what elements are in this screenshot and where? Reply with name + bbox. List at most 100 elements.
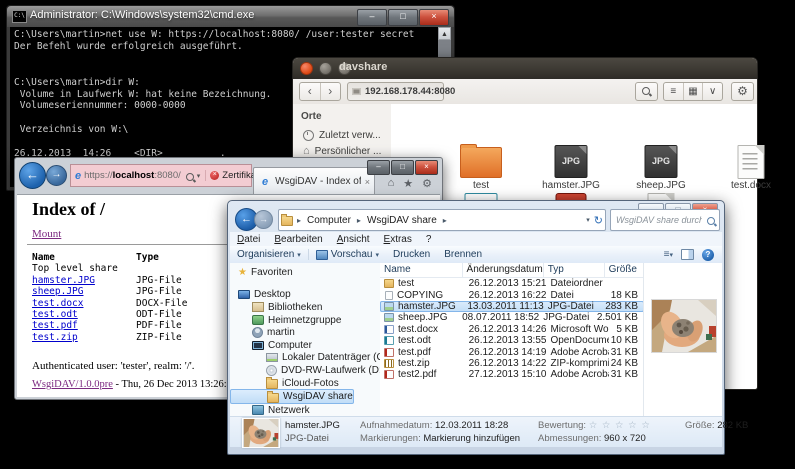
tree-item-wsgidav-share[interactable]: WsgiDAV share bbox=[230, 389, 354, 404]
help-icon[interactable]: ? bbox=[702, 249, 714, 261]
tree-item-netzwerk[interactable]: Netzwerk bbox=[230, 404, 380, 417]
scroll-up-icon[interactable]: ▲ bbox=[438, 27, 451, 40]
forward-button[interactable]: → bbox=[254, 210, 273, 229]
file-row-zip[interactable]: test.zip 26.12.2013 14:22ZIP-komprimiert… bbox=[380, 358, 644, 369]
minimize-button[interactable]: – bbox=[367, 160, 390, 175]
file-type: PDF-File bbox=[136, 320, 226, 331]
rating-stars[interactable]: ☆ ☆ ☆ ☆ ☆ bbox=[589, 420, 651, 431]
preview-button[interactable]: Vorschau▾ bbox=[309, 249, 386, 260]
file-link[interactable]: test.zip bbox=[32, 332, 78, 343]
close-button[interactable]: × bbox=[419, 9, 449, 26]
menu-hilfe[interactable]: ? bbox=[419, 234, 439, 245]
close-button[interactable] bbox=[300, 62, 313, 75]
folder-icon bbox=[460, 147, 502, 178]
file-item-hamster[interactable]: JPG hamster.JPG bbox=[528, 144, 614, 192]
file-link[interactable]: sheep.JPG bbox=[32, 286, 83, 297]
file-row-sheep[interactable]: sheep.JPG 08.07.2011 18:52JPG-Datei2.501… bbox=[380, 312, 644, 323]
column-header-type[interactable]: Typ bbox=[544, 263, 605, 277]
column-header-type: Type bbox=[136, 252, 226, 263]
file-row-odt[interactable]: test.odt 26.12.2013 13:55OpenDocument T.… bbox=[380, 335, 644, 346]
file-item-docx[interactable]: test.docx bbox=[708, 144, 794, 192]
tab-close-icon[interactable]: × bbox=[365, 177, 370, 187]
tree-item-favoriten[interactable]: ★Favoriten bbox=[230, 266, 380, 279]
file-link[interactable]: hamster.JPG bbox=[32, 275, 95, 286]
tree-item-desktop[interactable]: Desktop bbox=[230, 289, 380, 302]
file-row-copying[interactable]: COPYING 26.12.2013 16:22Datei18 KB bbox=[380, 289, 644, 300]
history-caret-icon[interactable]: ▾ bbox=[586, 216, 590, 224]
close-button[interactable]: × bbox=[415, 160, 438, 175]
menu-bearbeiten[interactable]: Bearbeiten bbox=[267, 234, 329, 245]
sidebar-item-recent[interactable]: Zuletzt verw... bbox=[293, 127, 391, 143]
minimize-button[interactable]: – bbox=[357, 9, 387, 26]
breadcrumb[interactable]: ▸ Computer ▸ WsgiDAV share ▸ ▾ ↻ bbox=[278, 209, 606, 231]
menu-extras[interactable]: Extras bbox=[377, 234, 419, 245]
file-link[interactable]: test.docx bbox=[32, 298, 83, 309]
tree-item-dvd-laufwerk[interactable]: DVD-RW-Laufwerk (D:) bbox=[230, 364, 380, 377]
preview-pane-toggle[interactable] bbox=[681, 249, 694, 260]
refresh-icon[interactable]: ↻ bbox=[594, 214, 603, 227]
search-box[interactable] bbox=[610, 209, 720, 231]
list-view-button[interactable]: ≡ bbox=[664, 83, 683, 100]
network-drive-icon bbox=[267, 393, 279, 403]
menu-bar: Datei Bearbeiten Ansicht Extras ? bbox=[230, 232, 722, 247]
ie-icon: e bbox=[262, 176, 268, 188]
file-row-pdf[interactable]: test.pdf 26.12.2013 14:19Adobe Acrobat D… bbox=[380, 346, 644, 357]
maximize-button[interactable]: □ bbox=[388, 9, 418, 26]
change-view-button[interactable]: ≡▾ bbox=[664, 249, 673, 260]
homegroup-icon bbox=[252, 315, 264, 325]
file-type: JPG-File bbox=[136, 286, 226, 297]
tree-item-icloud-fotos[interactable]: iCloud-Fotos bbox=[230, 377, 380, 390]
file-row-docx[interactable]: test.docx 26.12.2013 14:26Microsoft Word… bbox=[380, 324, 644, 335]
file-link[interactable]: test.odt bbox=[32, 309, 78, 320]
gear-button[interactable]: ⚙ bbox=[731, 82, 754, 101]
menu-datei[interactable]: Datei bbox=[230, 234, 267, 245]
print-button[interactable]: Drucken bbox=[386, 249, 437, 260]
column-header-size[interactable]: Größe bbox=[605, 263, 644, 277]
details-pane: hamster.JPG JPG-Datei Aufnahmedatum: 12.… bbox=[230, 416, 722, 447]
nav-buttons: ‹ › bbox=[299, 82, 341, 101]
address-bar[interactable]: e https://localhost:8080/ ▾ Zertifikatfe… bbox=[70, 164, 252, 187]
add-tag-link[interactable]: Markierung hinzufügen bbox=[423, 433, 520, 444]
computer-icon bbox=[252, 341, 264, 350]
file-row-pdf2[interactable]: test2.pdf 27.12.2013 15:10Adobe Acrobat … bbox=[380, 369, 644, 380]
browser-chrome[interactable]: ← → e https://localhost:8080/ ▾ Zertifik… bbox=[15, 158, 442, 194]
organize-button[interactable]: Organisieren▾ bbox=[230, 249, 308, 260]
cmd-titlebar[interactable]: C:\ Administrator: C:\Windows\system32\c… bbox=[7, 6, 454, 27]
breadcrumb-wsgidav-share[interactable]: WsgiDAV share bbox=[365, 215, 439, 226]
grid-view-button[interactable]: ▦ bbox=[683, 83, 703, 100]
search-input[interactable] bbox=[614, 211, 704, 229]
file-link[interactable]: test.pdf bbox=[32, 320, 78, 331]
tree-item-computer[interactable]: Computer bbox=[230, 339, 380, 352]
file-row-test[interactable]: test 26.12.2013 15:21Dateiordner bbox=[380, 278, 644, 289]
tree-item-bibliotheken[interactable]: Bibliotheken bbox=[230, 301, 380, 314]
back-button[interactable]: ← bbox=[19, 162, 46, 189]
menu-ansicht[interactable]: Ansicht bbox=[330, 234, 377, 245]
tree-item-martin[interactable]: martin bbox=[230, 326, 380, 339]
search-button[interactable] bbox=[635, 82, 658, 101]
maximize-button[interactable]: □ bbox=[391, 160, 414, 175]
mount-link[interactable]: Mount bbox=[32, 228, 61, 240]
column-header-date[interactable]: Änderungsdatum bbox=[463, 263, 544, 277]
file-item-sheep[interactable]: JPG sheep.JPG bbox=[618, 144, 704, 192]
wsgidav-link[interactable]: WsgiDAV/1.0.0pre bbox=[32, 379, 113, 390]
file-item-test[interactable]: test bbox=[438, 144, 524, 192]
file-type: JPG-File bbox=[136, 275, 226, 286]
davshare-titlebar[interactable]: davshare bbox=[293, 58, 757, 79]
search-button[interactable]: ▾ bbox=[185, 169, 201, 183]
home-icon[interactable]: ⌂ bbox=[388, 177, 395, 190]
minimize-button[interactable] bbox=[319, 62, 332, 75]
favorites-star-icon[interactable]: ★ bbox=[403, 177, 413, 190]
browser-tab[interactable]: e WsgiDAV - Index of / × bbox=[253, 167, 375, 195]
address-bar[interactable]: 192.168.178.44:8080 bbox=[347, 82, 444, 101]
tree-item-heimnetzgruppe[interactable]: Heimnetzgruppe bbox=[230, 314, 380, 327]
view-options-caret[interactable]: ∨ bbox=[702, 83, 722, 100]
column-header-name[interactable]: Name bbox=[380, 263, 463, 277]
forward-button[interactable]: → bbox=[46, 165, 67, 186]
breadcrumb-computer[interactable]: Computer bbox=[305, 215, 353, 226]
burn-button[interactable]: Brennen bbox=[437, 249, 489, 260]
back-button[interactable]: ‹ bbox=[300, 83, 321, 100]
file-row-hamster[interactable]: hamster.JPG 13.03.2011 11:13JPG-Datei283… bbox=[380, 301, 644, 312]
forward-button[interactable]: › bbox=[321, 83, 341, 100]
tree-item-lokaler-datentraeger[interactable]: Lokaler Datenträger (C:) bbox=[230, 352, 380, 365]
gear-icon[interactable]: ⚙ bbox=[422, 177, 432, 190]
